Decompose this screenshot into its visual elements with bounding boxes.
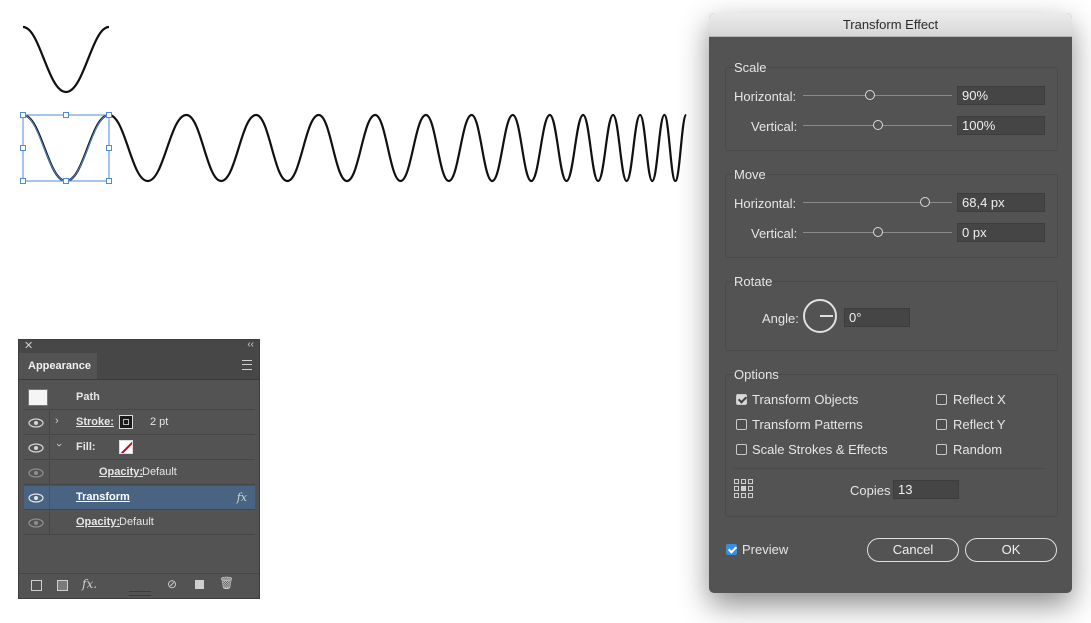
- move-horizontal-input[interactable]: 68,4 px: [957, 193, 1045, 212]
- stroke-weight-value: 2 pt: [150, 416, 169, 428]
- angle-input[interactable]: 0°: [844, 308, 910, 327]
- fill-label[interactable]: Fill:: [76, 441, 96, 453]
- preview-checkbox[interactable]: [726, 544, 737, 555]
- options-separator: [733, 468, 1044, 469]
- add-stroke-icon[interactable]: [31, 580, 42, 591]
- appearance-row-fill[interactable]: › Fill:: [24, 436, 255, 460]
- panel-bottom-toolbar: fx. ⊘ 🗑: [19, 573, 259, 598]
- appearance-row-path[interactable]: Path: [24, 386, 255, 410]
- transform-effect-dialog: Transform Effect Scale Horizontal: 90% V…: [709, 13, 1072, 593]
- scale-strokes-effects-label[interactable]: Scale Strokes & Effects: [752, 442, 888, 457]
- appearance-row-fill-opacity[interactable]: Opacity: Default: [24, 461, 255, 485]
- copies-label: Copies: [850, 483, 891, 498]
- eye-icon[interactable]: [27, 517, 45, 529]
- dialog-title: Transform Effect: [709, 13, 1072, 37]
- path-label: Path: [76, 391, 100, 403]
- scale-horizontal-slider[interactable]: [803, 95, 952, 96]
- angle-label: Angle:: [762, 311, 799, 326]
- scale-vertical-label: Vertical:: [751, 119, 798, 134]
- copies-input[interactable]: 13: [893, 480, 959, 499]
- close-icon[interactable]: ✕: [24, 339, 33, 352]
- reflect-x-label[interactable]: Reflect X: [953, 392, 1006, 407]
- clear-appearance-icon[interactable]: ⊘: [167, 577, 177, 591]
- eye-icon[interactable]: [27, 467, 45, 479]
- appearance-row-opacity[interactable]: Opacity: Default: [24, 511, 255, 535]
- appearance-panel: ✕ ‹‹ Appearance Path › Stroke: 2 pt › Fi…: [18, 339, 260, 599]
- reference-point-grid-icon[interactable]: [734, 479, 753, 498]
- duplicate-item-icon[interactable]: [195, 580, 204, 589]
- move-vertical-label: Vertical:: [751, 226, 798, 241]
- appearance-row-transform[interactable]: Transform fx: [24, 486, 255, 510]
- random-label[interactable]: Random: [953, 442, 1002, 457]
- wave-copies-path[interactable]: [22, 113, 688, 183]
- fill-none-swatch[interactable]: [119, 440, 133, 454]
- add-fill-icon[interactable]: [57, 580, 68, 591]
- transform-objects-checkbox[interactable]: [736, 394, 747, 405]
- move-title: Move: [734, 167, 766, 182]
- scale-horizontal-label: Horizontal:: [734, 89, 797, 104]
- scale-horizontal-slider-knob[interactable]: [865, 90, 876, 100]
- single-wave-path[interactable]: [22, 25, 110, 94]
- scale-strokes-effects-checkbox[interactable]: [736, 444, 747, 455]
- transformed-wave-copies[interactable]: [22, 113, 688, 183]
- double-chevron-left-icon[interactable]: ‹‹: [247, 339, 254, 350]
- transform-objects-label[interactable]: Transform Objects: [752, 392, 858, 407]
- eye-icon[interactable]: [27, 417, 45, 429]
- scale-vertical-slider-knob[interactable]: [872, 120, 883, 130]
- rotate-title: Rotate: [734, 274, 773, 289]
- artboard-artwork: [20, 25, 688, 184]
- random-checkbox[interactable]: [936, 444, 947, 455]
- cancel-button[interactable]: Cancel: [867, 538, 959, 562]
- fx-menu-icon[interactable]: fx.: [82, 577, 97, 591]
- eye-icon[interactable]: [27, 492, 45, 504]
- panel-tab-bar: Appearance: [19, 353, 259, 380]
- options-title: Options: [734, 367, 779, 382]
- angle-dial-icon[interactable]: [803, 299, 837, 333]
- tab-appearance[interactable]: Appearance: [19, 353, 97, 379]
- appearance-row-stroke[interactable]: › Stroke: 2 pt: [24, 411, 255, 435]
- reflect-x-checkbox[interactable]: [936, 394, 947, 405]
- hamburger-menu-icon[interactable]: [242, 360, 252, 370]
- path-thumbnail: [28, 389, 48, 406]
- eye-icon[interactable]: [27, 442, 45, 454]
- scale-horizontal-input[interactable]: 90%: [957, 86, 1045, 105]
- stroke-color-swatch[interactable]: [119, 415, 133, 429]
- opacity-value: Default: [119, 516, 154, 528]
- stroke-label[interactable]: Stroke:: [76, 416, 114, 428]
- preview-label[interactable]: Preview: [742, 542, 788, 557]
- opacity-label[interactable]: Opacity:: [76, 516, 120, 528]
- move-vertical-slider-knob[interactable]: [872, 227, 883, 237]
- fill-opacity-value: Default: [142, 466, 177, 478]
- reflect-y-checkbox[interactable]: [936, 419, 947, 430]
- chevron-right-icon[interactable]: ›: [55, 415, 59, 427]
- scale-group: [725, 67, 1058, 151]
- fx-icon[interactable]: fx: [237, 491, 247, 504]
- scale-title: Scale: [734, 60, 767, 75]
- chevron-down-icon[interactable]: ›: [53, 443, 65, 447]
- move-vertical-input[interactable]: 0 px: [957, 223, 1045, 242]
- transform-patterns-label[interactable]: Transform Patterns: [752, 417, 863, 432]
- fill-opacity-label[interactable]: Opacity:: [99, 466, 143, 478]
- move-group: [725, 174, 1058, 258]
- transform-effect-label[interactable]: Transform: [76, 491, 130, 503]
- resize-grip[interactable]: [129, 591, 151, 596]
- scale-vertical-input[interactable]: 100%: [957, 116, 1045, 135]
- transform-patterns-checkbox[interactable]: [736, 419, 747, 430]
- reflect-y-label[interactable]: Reflect Y: [953, 417, 1006, 432]
- trash-icon[interactable]: 🗑: [219, 576, 234, 590]
- ok-button[interactable]: OK: [965, 538, 1057, 562]
- move-horizontal-label: Horizontal:: [734, 196, 797, 211]
- panel-title-bar: ✕ ‹‹: [19, 339, 259, 353]
